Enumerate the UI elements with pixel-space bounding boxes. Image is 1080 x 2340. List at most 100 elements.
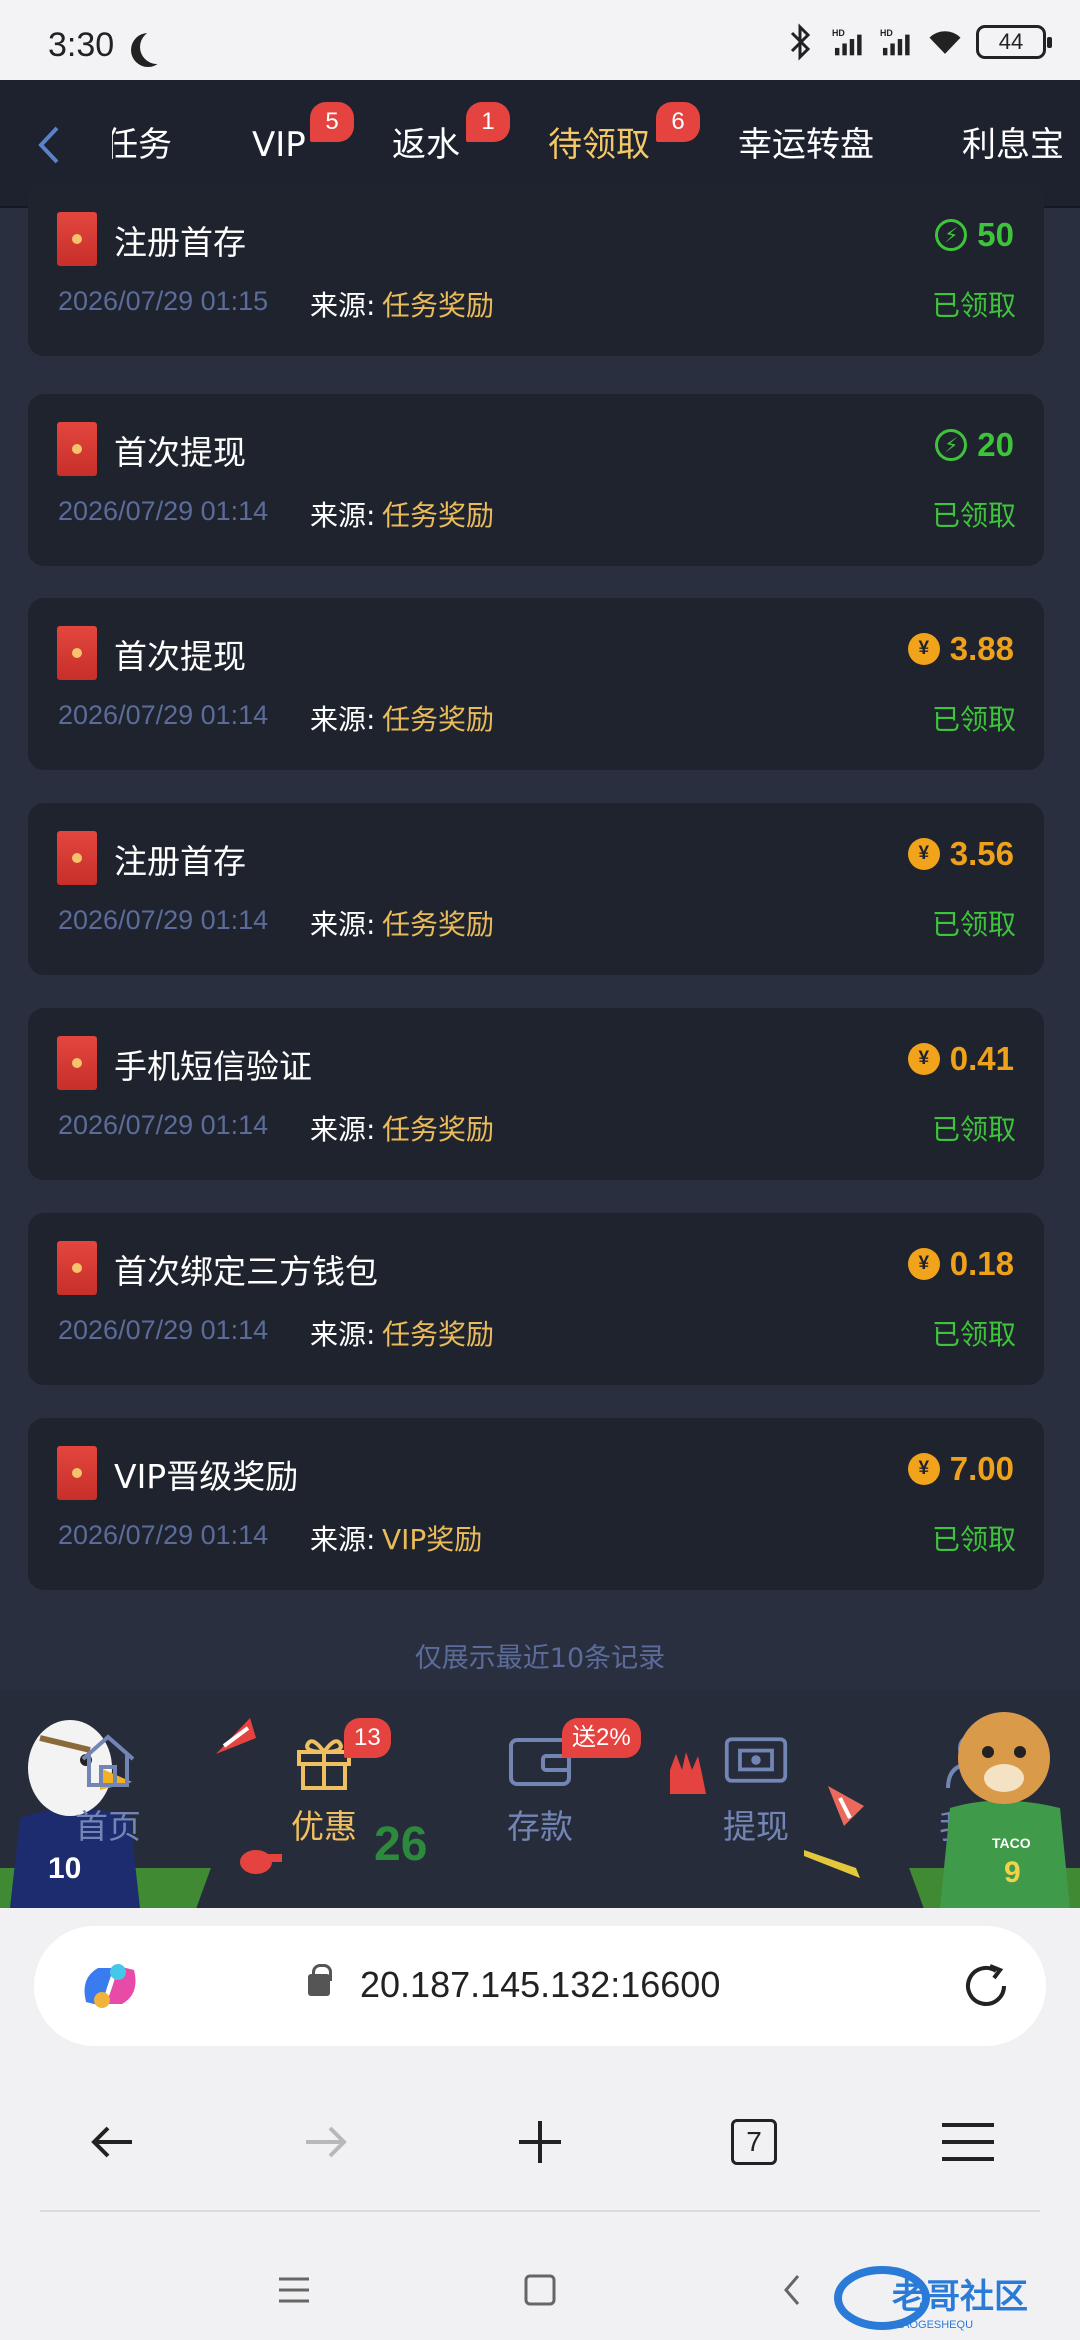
status-time: 3:30	[48, 26, 115, 64]
record-amount: ¥ 7.00	[907, 1446, 1014, 1492]
record-time: 2026/07/29 01:14	[58, 1520, 269, 1550]
source-label: 来源:	[310, 908, 376, 941]
source-value: 任务奖励	[382, 703, 495, 736]
address-bar[interactable]: 20.187.145.132:16600	[34, 1926, 1046, 2046]
list-item[interactable]: 手机短信验证 ¥ 0.41 2026/07/29 01:14 来源: 任务奖励 …	[28, 1008, 1044, 1180]
lock-icon	[308, 1964, 332, 1996]
list-item[interactable]: 注册首存 ¥ 3.56 2026/07/29 01:14 来源: 任务奖励 已领…	[28, 803, 1044, 975]
svg-text:26: 26	[374, 1818, 427, 1868]
url-text: 20.187.145.132:16600	[360, 1964, 721, 2005]
wifi-icon	[928, 22, 962, 62]
record-title: 注册首存	[114, 223, 246, 262]
list-item[interactable]: 首次提现 ⚡ 20 2026/07/29 01:14 来源: 任务奖励 已领取	[28, 394, 1044, 566]
divider	[40, 2210, 1040, 2212]
coin-icon: ¥	[907, 1453, 940, 1485]
red-envelope-icon	[57, 831, 97, 885]
red-envelope-icon	[57, 1036, 97, 1090]
party-horn-icon	[216, 1718, 256, 1754]
red-envelope-icon	[57, 1241, 97, 1295]
battery-icon: 44	[976, 25, 1052, 59]
home-square-icon[interactable]	[510, 2260, 570, 2320]
list-item[interactable]: VIP晋级奖励 ¥ 7.00 2026/07/29 01:14 来源: VIP奖…	[28, 1418, 1044, 1590]
record-time: 2026/07/29 01:14	[58, 905, 269, 935]
forward-arrow-icon[interactable]	[286, 2102, 366, 2182]
tab-interest[interactable]: 利息宝	[962, 120, 1064, 170]
tab-count: 7	[731, 2119, 777, 2165]
source-value: VIP奖励	[382, 1523, 483, 1556]
amount-value: 50	[977, 216, 1014, 253]
amount-value: 20	[977, 426, 1014, 463]
record-time: 2026/07/29 01:14	[58, 1110, 269, 1140]
list-item[interactable]: 首次绑定三方钱包 ¥ 0.18 2026/07/29 01:14 来源: 任务奖…	[28, 1213, 1044, 1385]
nav-home[interactable]: 首页	[38, 1730, 178, 1848]
status-claimed: 已领取	[931, 499, 1016, 532]
amount-value: 0.18	[949, 1245, 1014, 1282]
source-value: 任务奖励	[382, 1113, 495, 1146]
nav-label-deposit: 存款	[507, 1807, 573, 1846]
record-amount: ¥ 3.56	[907, 831, 1014, 877]
bolt-icon: ⚡	[935, 219, 968, 251]
svg-text:HD: HD	[880, 28, 893, 38]
svg-text:TACO: TACO	[992, 1835, 1031, 1851]
coin-icon: ¥	[907, 1248, 940, 1280]
svg-text:HD: HD	[832, 28, 845, 38]
tab-vip[interactable]: VIP 5	[252, 102, 354, 170]
nav-badge-promotions: 13	[344, 1718, 391, 1758]
source-label: 来源:	[310, 1523, 376, 1556]
tabs-button[interactable]: 7	[714, 2102, 794, 2182]
tiger-mascot-icon: TACO 9	[940, 1712, 1070, 1908]
menu-hamburger-icon[interactable]	[928, 2102, 1008, 2182]
red-envelope-icon	[57, 212, 97, 266]
source-label: 来源:	[310, 1113, 376, 1146]
record-time: 2026/07/29 01:14	[58, 1315, 269, 1345]
source-label: 来源:	[310, 1318, 376, 1351]
record-amount: ⚡ 20	[935, 422, 1014, 468]
signal-hd-icon: HD	[832, 22, 866, 62]
bolt-icon: ⚡	[935, 429, 968, 461]
list-item[interactable]: 首次提现 ¥ 3.88 2026/07/29 01:14 来源: 任务奖励 已领…	[28, 598, 1044, 770]
red-envelope-icon	[57, 626, 97, 680]
nav-label-home: 首页	[75, 1807, 141, 1846]
recents-menu-icon[interactable]	[264, 2260, 324, 2320]
status-claimed: 已领取	[931, 1113, 1016, 1146]
goalkeeper-glove-icon	[670, 1752, 706, 1794]
tab-badge-rebate: 1	[466, 102, 510, 142]
source-label: 来源:	[310, 703, 376, 736]
back-arrow-icon[interactable]	[28, 120, 68, 170]
record-title: 首次提现	[114, 433, 246, 472]
record-time: 2026/07/29 01:15	[58, 286, 269, 316]
record-amount: ¥ 0.18	[907, 1241, 1014, 1287]
tab-lucky-wheel[interactable]: 幸运转盘	[738, 120, 874, 170]
record-title: 手机短信验证	[114, 1047, 312, 1086]
source-value: 任务奖励	[382, 908, 495, 941]
source-label: 来源:	[310, 289, 376, 322]
coin-icon: ¥	[907, 633, 940, 665]
source-label: 来源:	[310, 499, 376, 532]
nav-deposit[interactable]: 存款 送2%	[470, 1718, 641, 1848]
whistle-icon	[240, 1850, 282, 1874]
bluetooth-icon	[784, 22, 818, 62]
watermark-logo-icon: 老哥社区 LAOGESHEQU	[834, 2266, 1028, 2331]
record-title: VIP晋级奖励	[114, 1457, 299, 1496]
svg-text:LAOGESHEQU: LAOGESHEQU	[896, 2319, 973, 2331]
tab-pending[interactable]: 待领取 6	[548, 102, 700, 170]
coin-icon: ¥	[907, 1043, 940, 1075]
record-time: 2026/07/29 01:14	[58, 496, 269, 526]
list-item[interactable]: 注册首存 ⚡ 50 2026/07/29 01:15 来源: 任务奖励 已领取	[28, 184, 1044, 356]
svg-text:老哥社区: 老哥社区	[892, 2277, 1028, 2317]
new-tab-plus-icon[interactable]	[500, 2102, 580, 2182]
copilot-icon[interactable]	[78, 1958, 142, 2014]
records-footer-note: 仅展示最近10条记录	[414, 1643, 666, 1674]
back-arrow-icon[interactable]	[72, 2102, 152, 2182]
tab-tasks[interactable]: 任务	[112, 120, 172, 170]
signal-hd-icon: HD	[880, 22, 914, 62]
tab-rebate[interactable]: 返水 1	[392, 102, 510, 170]
record-amount: ¥ 3.88	[907, 626, 1014, 672]
amount-value: 7.00	[949, 1450, 1014, 1487]
system-back-icon[interactable]	[762, 2260, 822, 2320]
reload-icon[interactable]	[960, 1960, 1012, 2012]
record-title: 首次提现	[114, 637, 246, 676]
number-26-icon: 26	[374, 1818, 427, 1868]
amount-value: 3.88	[949, 630, 1014, 667]
status-claimed: 已领取	[931, 289, 1016, 322]
